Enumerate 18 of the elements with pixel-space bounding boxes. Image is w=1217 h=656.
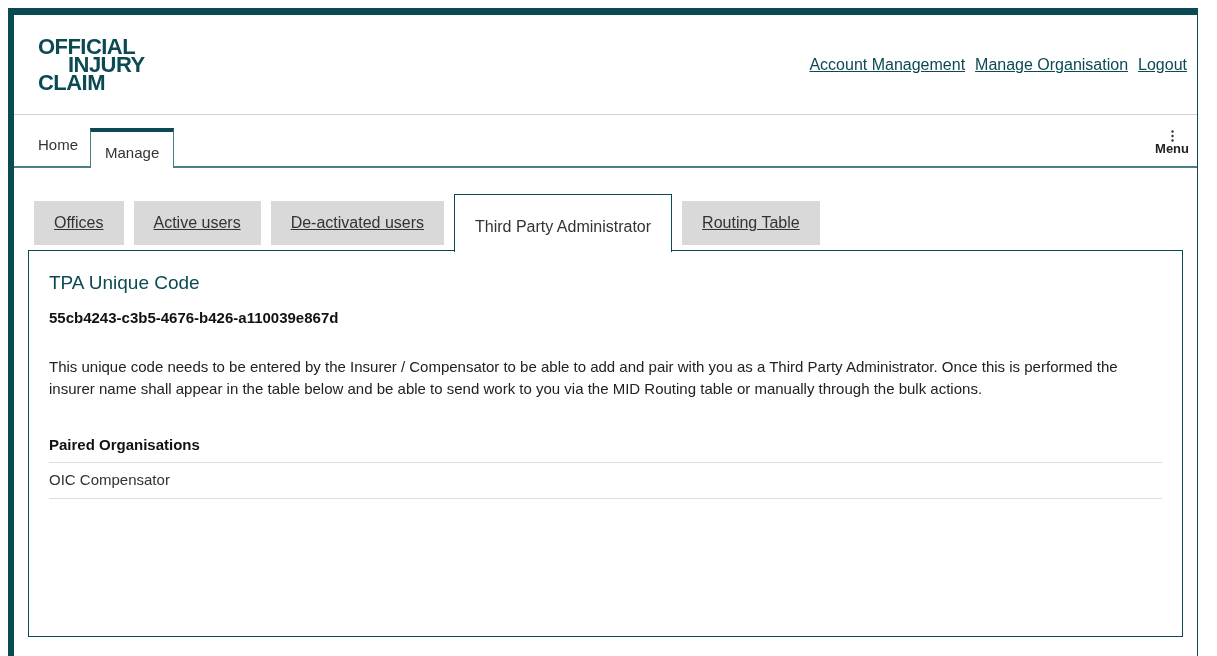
header-link[interactable]: Logout [1138,52,1187,77]
tab[interactable]: Third Party Administrator [454,194,673,252]
description: This unique code needs to be entered by the Insurer / Compensator to be able to add and pair with you as a Third Party Administrator. Once this is performed the insurer name shall appear in the table below and be able to send work to you via the MID Routing table or manually through the bulk actions. [49,356,1119,399]
nav-tab[interactable]: Manage [90,128,175,168]
table-cell: OIC Compensator [49,463,1162,499]
header-link[interactable]: Account Management [809,52,966,77]
kebab-icon [1170,129,1174,142]
section-title: TPA Unique Code [49,271,201,295]
tab[interactable]: Active users [133,201,261,245]
logo: OFFICIAL INJURY CLAIM [38,37,145,92]
nav-tab[interactable]: Home [26,130,90,166]
menu-button[interactable]: Menu [1155,129,1189,156]
tab[interactable]: De-activated users [270,201,445,245]
unique-code: 55cb4243-c3b5-4676-b426-a110039e867d [49,308,340,328]
tab[interactable]: Routing Table [682,201,820,245]
column-header: Paired Organisations [49,427,1162,463]
header-link[interactable]: Manage Organisation [975,52,1129,77]
tab[interactable]: Offices [34,201,124,245]
